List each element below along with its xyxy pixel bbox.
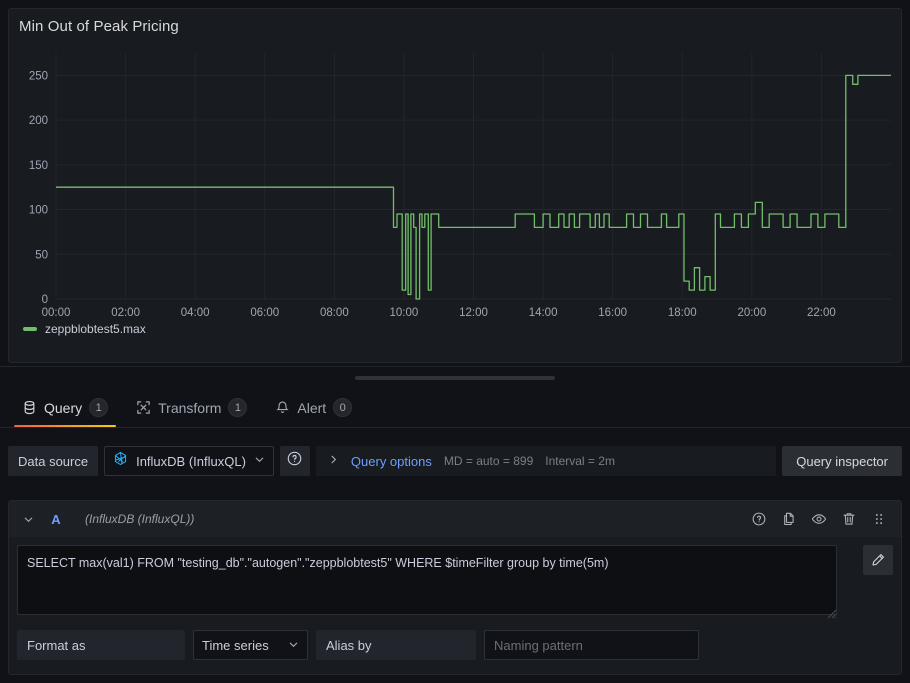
trash-icon[interactable] <box>841 511 857 527</box>
editor-tabs: Query 1 Transform 1 Alert 0 <box>0 388 910 428</box>
max-data-points-info: MD = auto = 899 <box>443 454 534 468</box>
alias-by-label: Alias by <box>316 630 476 660</box>
help-circle-icon[interactable] <box>751 511 767 527</box>
query-options-toggle[interactable]: Query options <box>351 454 432 469</box>
panel-container: Min Out of Peak Pricing 00:00 02:00 04:00 0… <box>0 0 910 363</box>
tab-transform[interactable]: Transform 1 <box>122 388 261 427</box>
alias-by-input[interactable] <box>484 630 699 660</box>
query-ref-id[interactable]: A <box>39 512 73 527</box>
collapse-query-toggle[interactable] <box>17 514 39 525</box>
format-as-select[interactable]: Time series <box>193 630 308 660</box>
influxql-query-textarea[interactable] <box>17 545 837 615</box>
svg-text:22:00: 22:00 <box>807 307 836 319</box>
database-icon <box>22 400 37 415</box>
help-circle-icon <box>286 450 303 472</box>
datasource-row: Data source InfluxDB (InfluxQL) Query op… <box>8 446 902 476</box>
bell-icon <box>275 400 290 415</box>
duplicate-icon[interactable] <box>781 511 797 527</box>
svg-text:200: 200 <box>29 115 48 127</box>
legend-series-label[interactable]: zeppblobtest5.max <box>45 322 146 336</box>
svg-text:08:00: 08:00 <box>320 307 349 319</box>
chart-legend: zeppblobtest5.max <box>23 322 146 336</box>
tab-alert-label: Alert <box>297 399 327 416</box>
resizer-grip[interactable] <box>355 376 555 380</box>
svg-text:20:00: 20:00 <box>737 307 766 319</box>
drag-handle-icon[interactable] <box>871 511 887 527</box>
svg-text:12:00: 12:00 <box>459 307 488 319</box>
svg-text:14:00: 14:00 <box>529 307 558 319</box>
chevron-right-icon[interactable] <box>328 454 339 468</box>
svg-text:50: 50 <box>35 249 48 261</box>
tab-query[interactable]: Query 1 <box>8 388 122 427</box>
svg-text:100: 100 <box>29 205 48 217</box>
tab-query-badge: 1 <box>89 398 109 417</box>
chart-plot-area[interactable]: 00:00 02:00 04:00 06:00 08:00 10:00 12:00 14:00… <box>9 43 903 331</box>
tab-alert-badge: 0 <box>333 398 353 417</box>
svg-text:0: 0 <box>42 294 48 306</box>
svg-text:250: 250 <box>29 70 48 82</box>
timeseries-panel[interactable]: Min Out of Peak Pricing 00:00 02:00 04:00 0… <box>8 8 902 363</box>
svg-text:02:00: 02:00 <box>111 307 140 319</box>
datasource-selected-name: InfluxDB (InfluxQL) <box>136 453 246 469</box>
transform-icon <box>136 400 151 415</box>
format-as-label: Format as <box>17 630 185 660</box>
svg-text:16:00: 16:00 <box>598 307 627 319</box>
legend-color-swatch <box>23 327 37 331</box>
svg-text:04:00: 04:00 <box>181 307 210 319</box>
timeseries-chart: 00:00 02:00 04:00 06:00 08:00 10:00 12:00 14:00… <box>29 53 891 319</box>
query-editor-header: A (InfluxDB (InfluxQL)) <box>9 501 901 537</box>
tab-query-label: Query <box>44 399 83 416</box>
query-row-actions <box>751 511 893 527</box>
query-editor-footer: Format as Time series Alias by <box>9 620 901 660</box>
tab-transform-label: Transform <box>158 399 222 416</box>
query-editor-card: A (InfluxDB (InfluxQL)) SELECT max(val1)… <box>8 500 902 675</box>
svg-text:18:00: 18:00 <box>668 307 697 319</box>
datasource-picker[interactable]: InfluxDB (InfluxQL) <box>104 446 274 476</box>
query-options-section: Query options MD = auto = 899 Interval =… <box>315 446 777 476</box>
datasource-label: Data source <box>8 446 99 476</box>
panel-pane-resizer[interactable] <box>0 366 910 388</box>
svg-text:150: 150 <box>29 160 48 172</box>
svg-text:06:00: 06:00 <box>250 307 279 319</box>
query-inspector-button[interactable]: Query inspector <box>782 446 902 476</box>
svg-text:10:00: 10:00 <box>390 307 419 319</box>
tab-alert[interactable]: Alert 0 <box>261 388 366 427</box>
interval-info: Interval = 2m <box>545 454 615 468</box>
datasource-help-button[interactable] <box>279 446 310 476</box>
svg-text:00:00: 00:00 <box>42 307 71 319</box>
influxdb-logo-icon <box>113 451 128 471</box>
tab-transform-badge: 1 <box>228 398 248 417</box>
chevron-down-icon <box>288 638 299 653</box>
chevron-down-icon <box>254 452 265 470</box>
panel-title: Min Out of Peak Pricing <box>19 18 179 35</box>
eye-icon[interactable] <box>811 511 827 527</box>
resizer-divider <box>0 366 910 367</box>
edit-query-pencil-button[interactable] <box>863 545 893 575</box>
query-editor-body <box>9 537 901 620</box>
format-as-value: Time series <box>202 637 269 653</box>
query-datasource-name: (InfluxDB (InfluxQL)) <box>85 512 195 526</box>
